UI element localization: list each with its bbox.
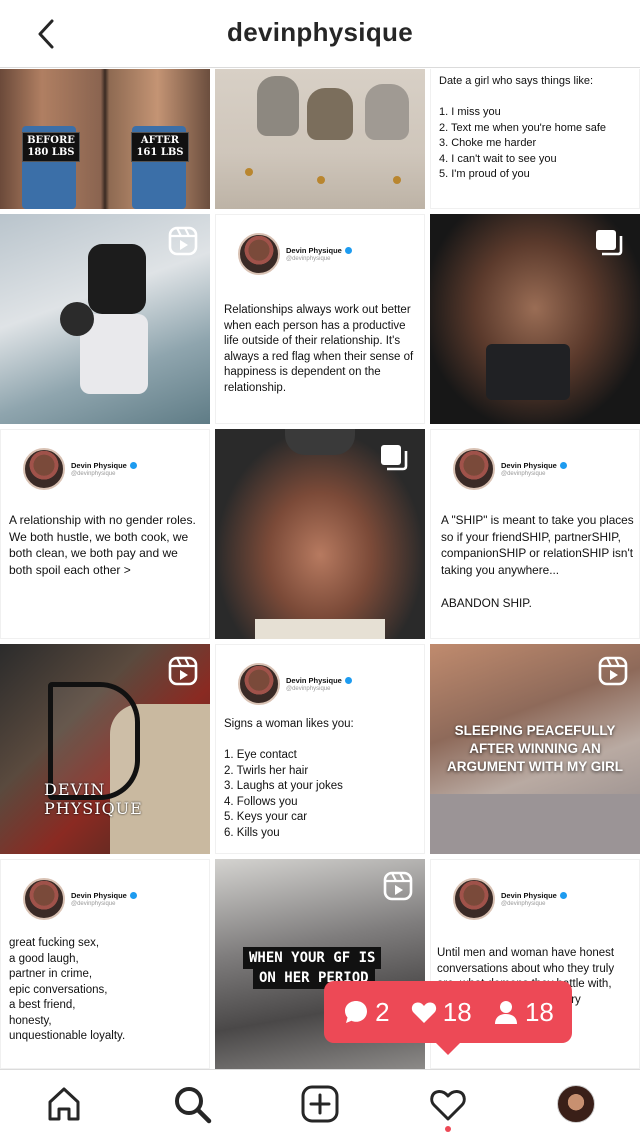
person-icon	[494, 1001, 517, 1024]
tab-activity[interactable]	[426, 1082, 470, 1132]
post-dogs[interactable]	[215, 69, 425, 209]
post-before-after[interactable]: BEFORE 180 LBS AFTER 161 LBS	[0, 69, 210, 209]
tab-profile[interactable]	[554, 1082, 598, 1126]
heart-icon	[430, 1089, 466, 1121]
post-logo-reel[interactable]: DEVIN PHYSIQUE	[0, 644, 210, 854]
tweet-header: Devin Physique @devinphysique	[238, 663, 352, 705]
bottom-tab-bar	[0, 1069, 640, 1138]
tweet-avatar	[23, 448, 65, 490]
follows-count: 18	[492, 997, 554, 1028]
tab-search[interactable]	[170, 1082, 214, 1126]
tweet-header: Devin Physique @devinphysique	[453, 878, 567, 920]
tab-home[interactable]	[42, 1082, 86, 1126]
comment-icon	[345, 1001, 368, 1023]
tweet-text: A relationship with no gender roles. We …	[9, 513, 196, 577]
profile-avatar	[557, 1085, 595, 1123]
post-date-a-girl[interactable]: Date a girl who says things like: 1. I m…	[430, 69, 640, 209]
reel-caption: SLEEPING PEACEFULLY AFTER WINNING AN ARG…	[447, 723, 623, 774]
post-basketball-reel[interactable]	[0, 214, 210, 424]
post-abandon-ship-tweet[interactable]: Devin Physique @devinphysique A "SHIP" is…	[430, 429, 640, 639]
tweet-header: Devin Physique @devinphysique	[23, 448, 137, 490]
post-great-sex-tweet[interactable]: Devin Physique @devinphysique great fucki…	[0, 859, 210, 1069]
posts-grid: BEFORE 180 LBS AFTER 161 LBS Date a girl w…	[0, 69, 640, 1069]
header: devinphysique	[0, 0, 640, 68]
post-gender-roles-tweet[interactable]: Devin Physique @devinphysique A relations…	[0, 429, 210, 639]
before-badge: BEFORE 180 LBS	[22, 132, 80, 162]
reel-icon	[598, 656, 628, 686]
likes-count: 18	[410, 997, 472, 1028]
post-relationships-tweet[interactable]: Devin Physique @devinphysique Relationshi…	[215, 214, 425, 424]
activity-indicator-dot	[445, 1126, 451, 1132]
tweet-avatar	[238, 663, 280, 705]
heart-icon	[411, 1002, 436, 1023]
tweet-text: Relationships always work out better whe…	[224, 304, 414, 394]
verified-icon	[559, 462, 567, 469]
reel-caption-line1: WHEN YOUR GF IS	[243, 947, 382, 969]
tweet-avatar	[453, 448, 495, 490]
reel-icon	[383, 871, 413, 901]
profile-username-title: devinphysique	[227, 17, 413, 47]
tweet-text: great fucking sex, a good laugh, partner…	[9, 937, 126, 1042]
verified-icon	[129, 462, 137, 469]
post-signs-woman-tweet[interactable]: Devin Physique @devinphysique Signs a wom…	[215, 644, 425, 854]
after-badge: AFTER 161 LBS	[131, 132, 189, 162]
verified-icon	[344, 677, 352, 684]
verified-icon	[129, 892, 137, 899]
plus-square-icon	[301, 1085, 339, 1123]
post-shirtless-multi[interactable]	[430, 214, 640, 424]
search-icon	[175, 1087, 212, 1124]
tweet-header: Devin Physique @devinphysique	[23, 878, 137, 920]
activity-notification-bubble[interactable]: 2 18 18	[324, 981, 572, 1055]
home-icon	[48, 1087, 80, 1121]
post-sleeping-reel[interactable]: SLEEPING PEACEFULLY AFTER WINNING AN ARG…	[430, 644, 640, 854]
tweet-header: Devin Physique @devinphysique	[238, 233, 352, 275]
tweet-text: A "SHIP" is meant to take you places so …	[441, 513, 634, 610]
tab-new-post[interactable]	[298, 1082, 342, 1126]
multiple-posts-icon	[596, 230, 623, 256]
reel-icon	[168, 226, 198, 256]
post-back-multi[interactable]	[215, 429, 425, 639]
tweet-header: Devin Physique @devinphysique	[453, 448, 567, 490]
tweet-avatar	[23, 878, 65, 920]
multiple-posts-icon	[381, 445, 408, 471]
verified-icon	[559, 892, 567, 899]
tweet-avatar	[453, 878, 495, 920]
post-text: Date a girl who says things like: 1. I m…	[439, 75, 606, 180]
verified-icon	[344, 247, 352, 254]
tweet-text: Signs a woman likes you: 1. Eye contact …	[224, 718, 354, 839]
logo-text: DEVIN PHYSIQUE	[44, 780, 143, 818]
comments-count: 2	[342, 997, 390, 1028]
reel-icon	[168, 656, 198, 686]
tweet-avatar	[238, 233, 280, 275]
